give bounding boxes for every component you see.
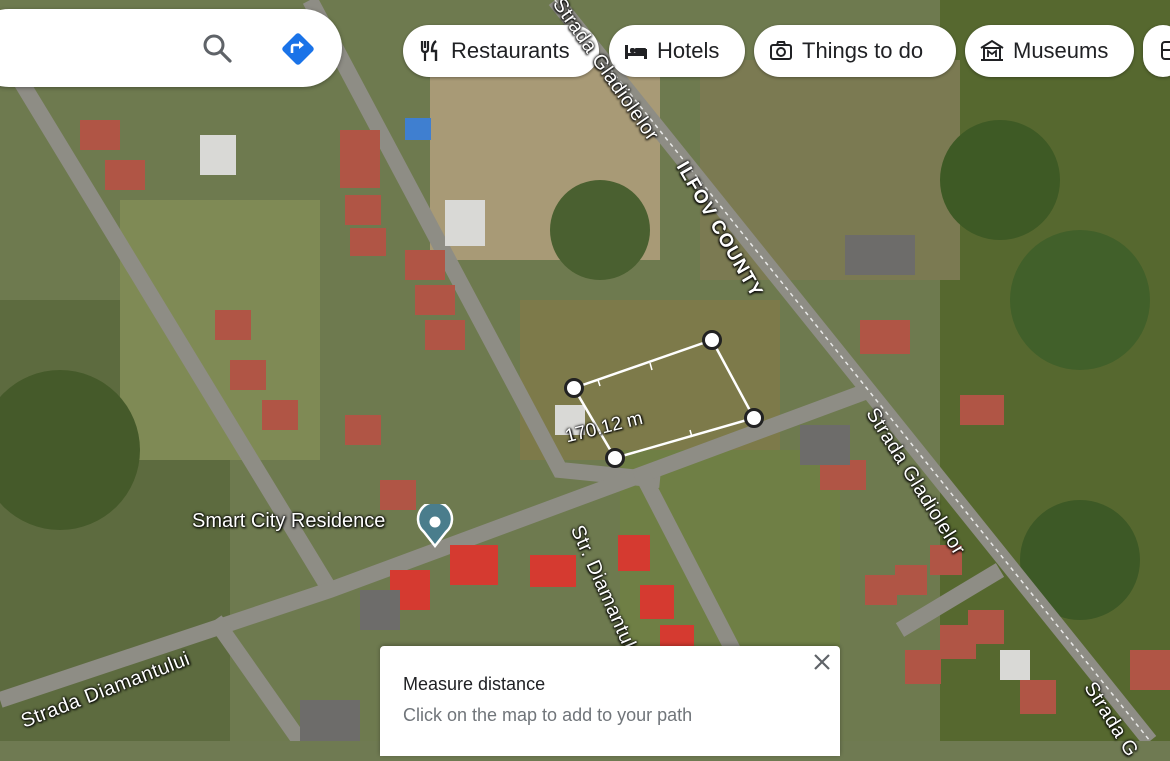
chip-label: Restaurants [451, 38, 570, 63]
search-bar[interactable] [0, 9, 342, 87]
transit-icon [1157, 38, 1170, 64]
place-label[interactable]: Smart City Residence [192, 510, 385, 533]
satellite-map[interactable] [0, 0, 1170, 741]
measure-distance-panel: Measure distance Click on the map to add… [380, 646, 840, 756]
chip-label: Museums [1013, 38, 1109, 63]
museum-icon [979, 38, 1005, 64]
bed-icon [623, 38, 649, 64]
measure-panel-title: Measure distance [403, 674, 546, 694]
chip-museums[interactable]: Museums [965, 25, 1134, 77]
chip-label: Hotels [657, 38, 720, 63]
chip-hotels[interactable]: Hotels [609, 25, 745, 77]
measure-point[interactable] [564, 378, 584, 398]
search-icon[interactable] [200, 31, 234, 65]
chip-things-to-do[interactable]: Things to do [754, 25, 956, 77]
fork-knife-icon [417, 38, 443, 64]
chip-more[interactable] [1143, 25, 1170, 77]
measure-panel-hint: Click on the map to add to your path [403, 705, 693, 725]
camera-icon [768, 38, 794, 64]
measure-point[interactable] [702, 330, 722, 350]
measure-point[interactable] [744, 408, 764, 428]
place-pin-icon[interactable] [416, 500, 454, 549]
measure-point[interactable] [605, 448, 625, 468]
chip-label: Things to do [802, 38, 924, 63]
close-icon[interactable] [812, 652, 832, 672]
directions-icon[interactable] [280, 31, 316, 67]
